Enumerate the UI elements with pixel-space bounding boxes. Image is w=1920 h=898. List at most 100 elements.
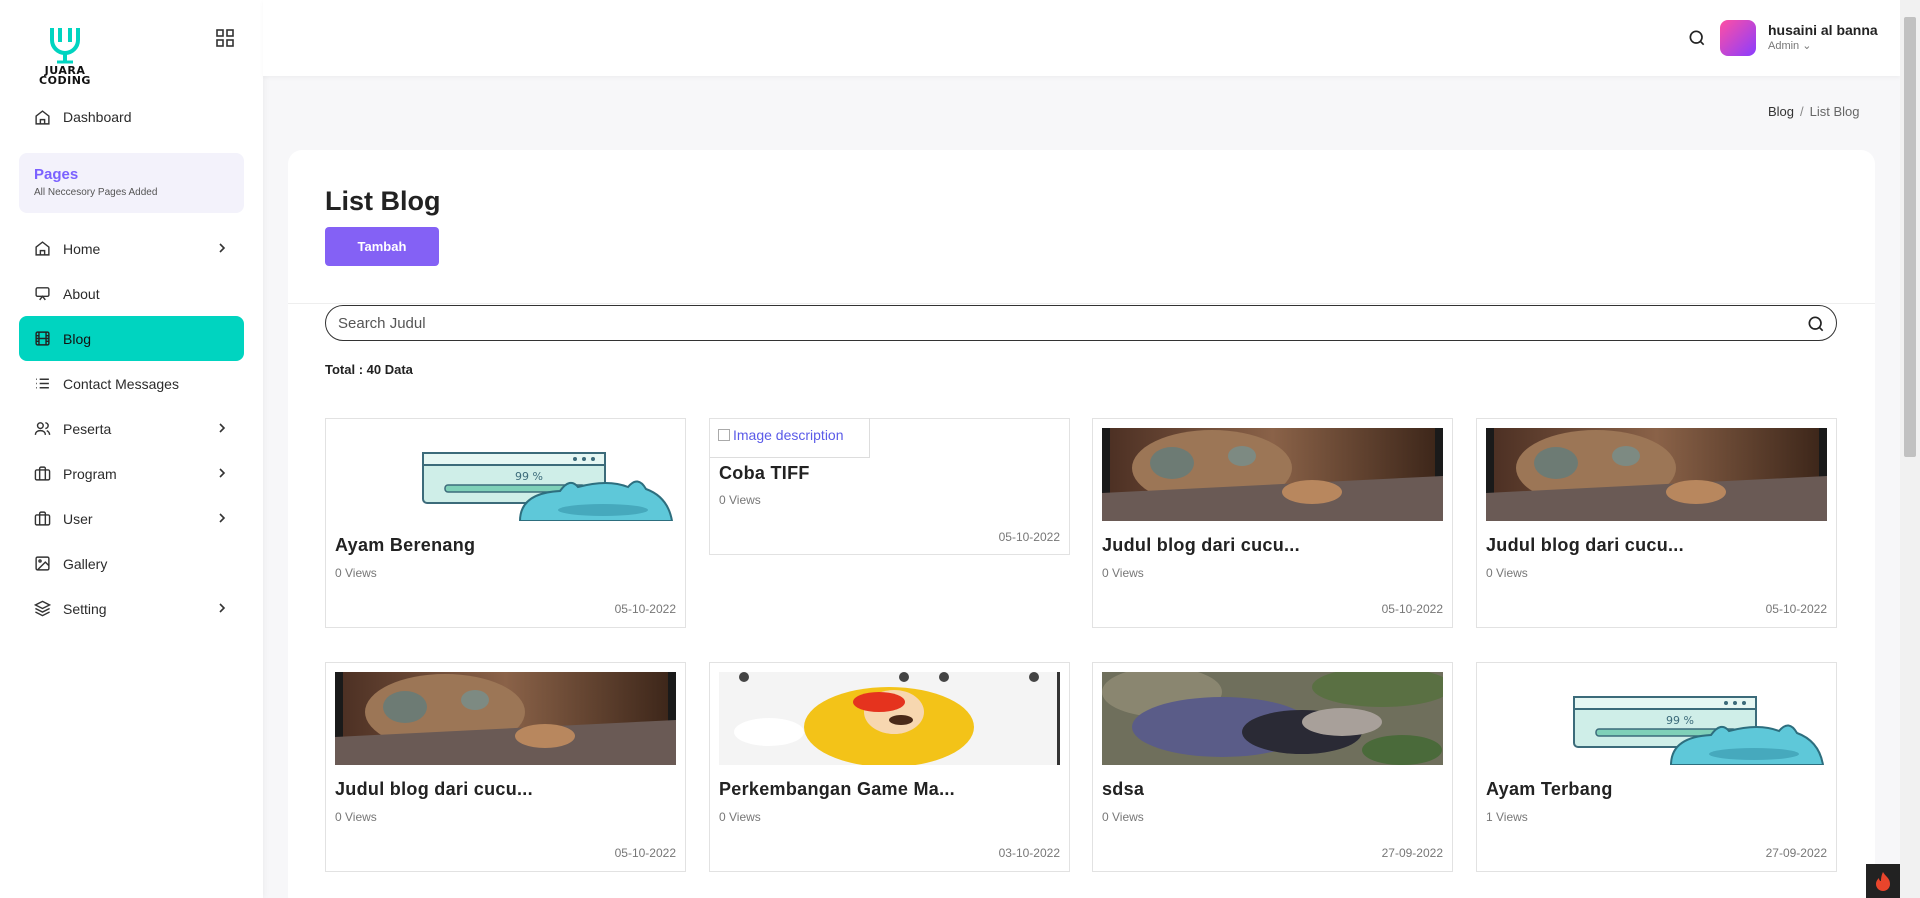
sidebar-item-dashboard[interactable]: Dashboard [19, 95, 244, 139]
monitor-icon [33, 285, 51, 303]
home-icon [33, 240, 51, 258]
blog-views: 0 Views [335, 810, 377, 824]
sidebar-item-blog[interactable]: Blog [19, 316, 244, 361]
sidebar: JUARA CODING Dashboard Pages All Necceso… [0, 0, 263, 898]
blog-thumbnail [1102, 672, 1443, 765]
fire-icon[interactable] [1866, 864, 1900, 898]
blog-views: 0 Views [1102, 810, 1144, 824]
search-icon[interactable] [1687, 28, 1707, 48]
scrollbar-thumb[interactable] [1904, 17, 1916, 457]
blog-thumbnail [719, 672, 1060, 765]
blog-card[interactable]: Judul blog dari cucu... 0 Views 05-10-20… [325, 662, 686, 872]
blog-title: Judul blog dari cucu... [1102, 535, 1300, 555]
sidebar-item-user[interactable]: User [19, 496, 244, 541]
blog-card[interactable]: Judul blog dari cucu... 0 Views 05-10-20… [1476, 418, 1837, 628]
pages-section: Pages All Neccesory Pages Added [19, 153, 244, 213]
top-bar: husaini al banna Admin ⌄ [263, 0, 1900, 76]
chevron-down-icon: ⌄ [1802, 40, 1812, 52]
sidebar-item-label: About [63, 285, 100, 302]
blog-date: 05-10-2022 [998, 530, 1060, 544]
logo[interactable]: JUARA CODING [30, 22, 110, 90]
blog-card[interactable]: 99 % Ayam Terbang 1 Views 27-09-2022 [1476, 662, 1837, 872]
sidebar-item-label: Home [63, 240, 101, 257]
blog-card[interactable]: Image description Coba TIFF 0 Views 05-1… [709, 418, 1070, 555]
home-icon [33, 108, 51, 126]
sidebar-item-label: Blog [63, 330, 92, 347]
user-role-dropdown[interactable]: Admin ⌄ [1768, 39, 1811, 52]
briefcase-icon [33, 510, 51, 528]
sidebar-item-about[interactable]: About [19, 271, 244, 316]
add-blog-button[interactable]: Tambah [325, 227, 439, 266]
sidebar-item-setting[interactable]: Setting [19, 586, 244, 631]
blog-date: 05-10-2022 [1765, 602, 1827, 616]
blog-title: Coba TIFF [719, 463, 810, 483]
breadcrumb-current: List Blog [1809, 104, 1860, 119]
blog-views: 0 Views [1102, 566, 1144, 580]
sidebar-item-label: Peserta [63, 420, 112, 437]
blog-thumbnail: 99 % [335, 428, 676, 521]
briefcase-icon [33, 465, 51, 483]
blog-views: 0 Views [719, 810, 761, 824]
search-input[interactable] [326, 306, 1836, 340]
breadcrumb: Blog / List Blog [1768, 104, 1860, 119]
blog-date: 05-10-2022 [1381, 602, 1443, 616]
blog-card[interactable]: Judul blog dari cucu... 0 Views 05-10-20… [1092, 418, 1453, 628]
sidebar-item-label: Contact Messages [63, 375, 179, 392]
blog-thumbnail [335, 672, 676, 765]
blog-title: Judul blog dari cucu... [1486, 535, 1684, 555]
search-icon[interactable] [1806, 314, 1826, 334]
divider [288, 303, 1875, 304]
sidebar-item-gallery[interactable]: Gallery [19, 541, 244, 586]
svg-text:99 %: 99 % [1666, 714, 1694, 727]
layers-icon [33, 600, 51, 618]
svg-text:99 %: 99 % [515, 470, 543, 483]
chevron-right-icon [216, 511, 228, 525]
sidebar-item-home[interactable]: Home [19, 226, 244, 271]
blog-title: Perkembangan Game Ma... [719, 779, 955, 799]
broken-image: Image description [710, 418, 870, 458]
blog-thumbnail [1486, 428, 1827, 521]
total-count: Total : 40 Data [325, 362, 413, 377]
breadcrumb-blog[interactable]: Blog [1768, 104, 1794, 119]
sidebar-item-label: User [63, 510, 93, 527]
search-judul-field [325, 305, 1837, 341]
list-icon [33, 375, 51, 393]
avatar[interactable] [1720, 20, 1756, 56]
blog-title: Ayam Berenang [335, 535, 476, 555]
sidebar-item-program[interactable]: Program [19, 451, 244, 496]
sidebar-item-label: Dashboard [63, 109, 132, 125]
chevron-right-icon [216, 466, 228, 480]
blog-title: sdsa [1102, 779, 1145, 799]
sidebar-item-peserta[interactable]: Peserta [19, 406, 244, 451]
chevron-right-icon [216, 241, 228, 255]
blog-thumbnail: 99 % [1486, 672, 1827, 765]
blog-thumbnail [1102, 428, 1443, 521]
list-blog-card: List Blog Tambah Total : 40 Data 99 % Ay… [288, 150, 1875, 898]
blog-date: 27-09-2022 [1765, 846, 1827, 860]
grid-menu-icon[interactable] [215, 28, 235, 48]
blog-views: 0 Views [335, 566, 377, 580]
broken-image-icon [718, 429, 730, 441]
user-name: husaini al banna [1768, 22, 1878, 38]
blog-date: 03-10-2022 [998, 846, 1060, 860]
blog-date: 05-10-2022 [614, 846, 676, 860]
page-title: List Blog [325, 186, 441, 216]
blog-title: Ayam Terbang [1486, 779, 1613, 799]
users-icon [33, 420, 51, 438]
page-scrollbar[interactable] [1900, 0, 1920, 898]
blog-card[interactable]: sdsa 0 Views 27-09-2022 [1092, 662, 1453, 872]
sidebar-item-label: Gallery [63, 555, 108, 572]
sidebar-item-contact-messages[interactable]: Contact Messages [19, 361, 244, 406]
blog-card[interactable]: 99 % Ayam Berenang 0 Views 05-10-2022 [325, 418, 686, 628]
sidebar-item-label: Program [63, 465, 117, 482]
sidebar-item-label: Setting [63, 600, 107, 617]
blog-card[interactable]: Perkembangan Game Ma... 0 Views 03-10-20… [709, 662, 1070, 872]
chevron-right-icon [216, 421, 228, 435]
blog-views: 0 Views [1486, 566, 1528, 580]
pages-title: Pages [34, 166, 79, 183]
pages-subtitle: All Neccesory Pages Added [34, 187, 158, 198]
blog-title: Judul blog dari cucu... [335, 779, 533, 799]
image-icon [33, 555, 51, 573]
logo-text: JUARA CODING [39, 64, 91, 87]
blog-date: 27-09-2022 [1381, 846, 1443, 860]
